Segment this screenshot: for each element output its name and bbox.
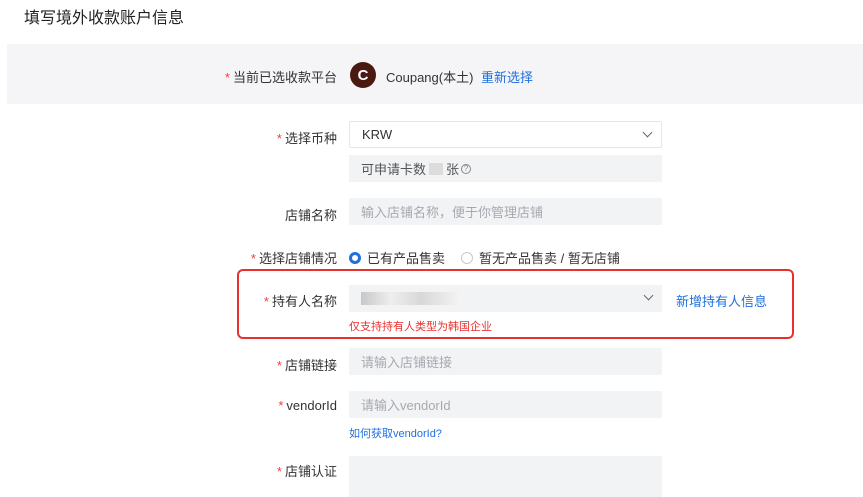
platform-name: Coupang(本土) — [386, 70, 474, 85]
store-name-placeholder: 输入店铺名称，便于你管理店铺 — [361, 205, 544, 220]
currency-select[interactable]: KRW — [349, 121, 662, 148]
coupang-logo-icon: C — [350, 62, 376, 88]
store-link-input[interactable]: 请输入店铺链接 — [349, 348, 662, 375]
help-icon[interactable]: ? — [461, 163, 472, 174]
vendor-id-label: * vendorId — [278, 398, 337, 413]
radio-label: 已有产品售卖 — [367, 251, 446, 266]
add-holder-button[interactable]: 新增持有人信息 — [676, 291, 767, 310]
redacted-count — [429, 162, 444, 175]
radio-has-products[interactable]: 已有产品售卖 — [349, 248, 445, 267]
holder-select[interactable] — [349, 285, 662, 312]
radio-unchecked-icon — [461, 251, 474, 264]
quota-suffix: 张 — [446, 162, 460, 177]
radio-label: 暂无产品售卖 / 暂无店铺 — [479, 251, 620, 266]
vendor-id-help-link[interactable]: 如何获取vendorId? — [349, 425, 442, 441]
reselect-button[interactable]: 重新选择 — [481, 67, 533, 86]
store-auth-upload[interactable] — [349, 456, 662, 497]
redacted-holder-name — [361, 292, 461, 305]
platform-label: * 当前已选收款平台 — [224, 70, 337, 85]
store-auth-label: * 店铺认证 — [276, 464, 337, 479]
store-name-input[interactable]: 输入店铺名称，便于你管理店铺 — [349, 198, 662, 225]
currency-label: * 选择币种 — [276, 131, 337, 146]
chevron-down-icon — [631, 122, 661, 149]
currency-value: KRW — [362, 127, 393, 142]
holder-error-text: 仅支持持有人类型为韩国企业 — [349, 321, 492, 333]
store-link-label: * 店铺链接 — [276, 358, 337, 373]
store-name-label: 店铺名称 — [284, 208, 337, 223]
quota-prefix: 可申请卡数 — [361, 162, 427, 177]
radio-checked-icon — [349, 251, 361, 264]
radio-no-products[interactable]: 暂无产品售卖 / 暂无店铺 — [461, 248, 620, 267]
store-status-label: * 选择店铺情况 — [250, 251, 337, 266]
holder-label: * 持有人名称 — [263, 294, 337, 309]
vendor-id-placeholder: 请输入vendorId — [361, 398, 451, 413]
card-quota: 可申请卡数 张 ? — [349, 155, 662, 182]
page-title: 填写境外收款账户信息 — [24, 10, 185, 27]
store-link-placeholder: 请输入店铺链接 — [361, 355, 453, 370]
store-status-radio-group: 已有产品售卖 暂无产品售卖 / 暂无店铺 — [349, 248, 620, 267]
vendor-id-input[interactable]: 请输入vendorId — [349, 391, 662, 418]
chevron-down-icon — [632, 285, 662, 312]
